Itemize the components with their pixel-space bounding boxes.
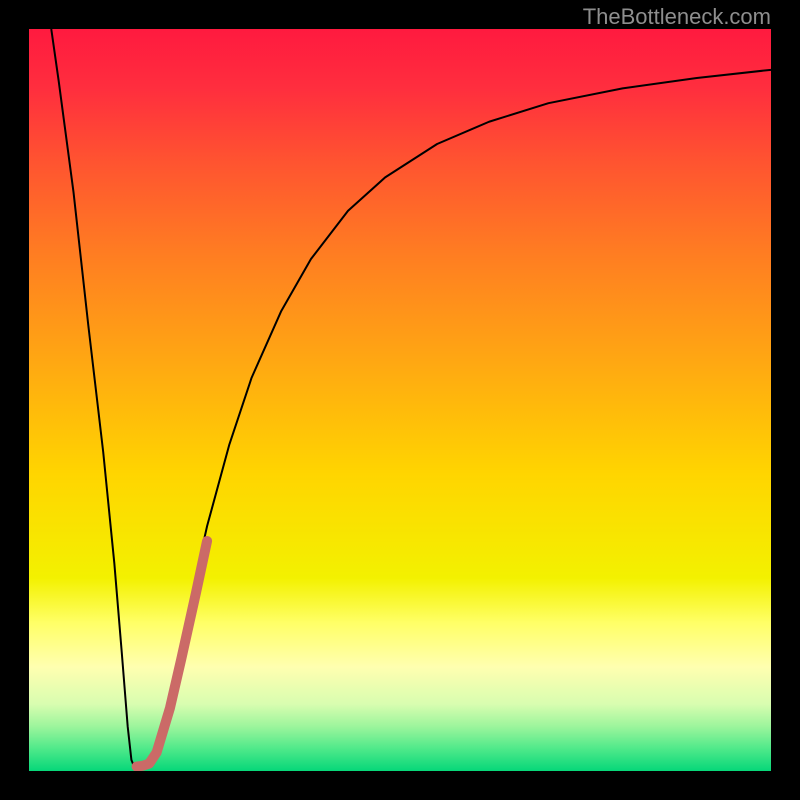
watermark-link[interactable]: TheBottleneck.com <box>583 4 771 30</box>
bottleneck-chart <box>29 29 771 771</box>
chart-background <box>29 29 771 771</box>
chart-frame: TheBottleneck.com <box>0 0 800 800</box>
